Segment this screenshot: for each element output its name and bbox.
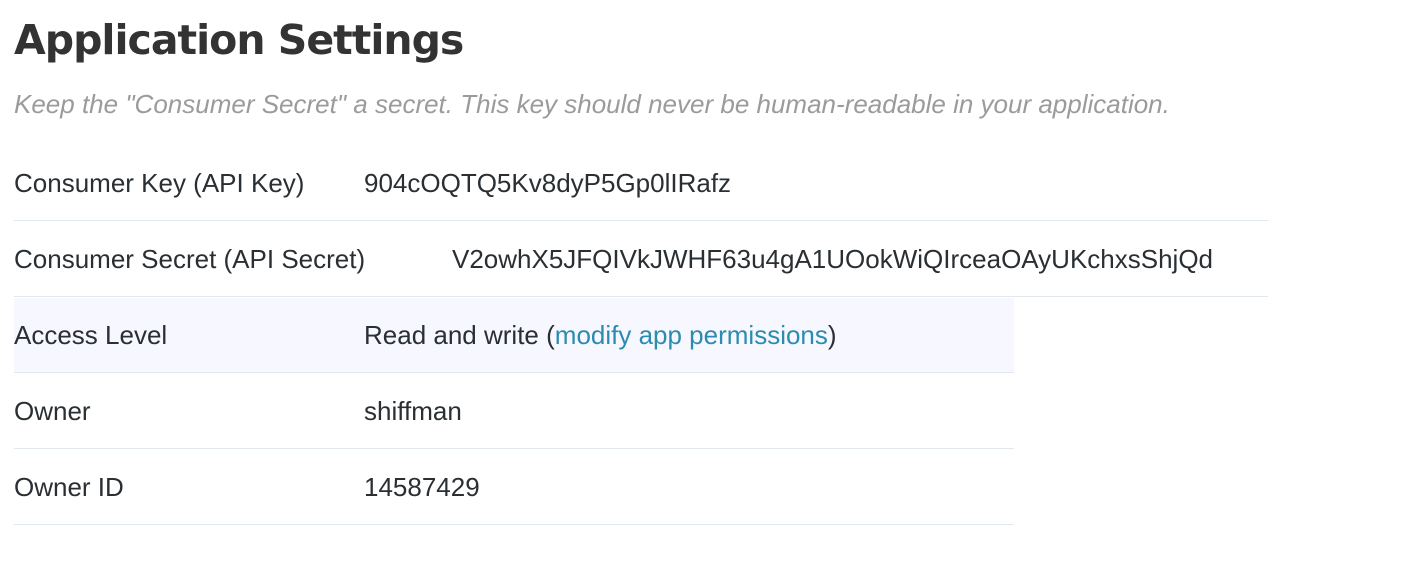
access-level-label: Access Level: [14, 320, 168, 350]
paren-open: (: [538, 320, 555, 350]
consumer-secret-row: Consumer Secret (API Secret) V2owhX5JFQI…: [14, 222, 1268, 297]
page-title: Application Settings: [14, 16, 464, 64]
consumer-key-row: Consumer Key (API Key) 904cOQTQ5Kv8dyP5G…: [14, 146, 1268, 221]
paren-close: ): [827, 320, 837, 350]
consumer-key-value[interactable]: 904cOQTQ5Kv8dyP5Gp0lIRafz: [364, 146, 731, 220]
owner-id-value: 14587429: [364, 472, 480, 502]
page-subtitle: Keep the "Consumer Secret" a secret. Thi…: [14, 89, 1170, 119]
owner-label: Owner: [14, 396, 91, 426]
access-level-row: Access Level Read and write (modify app …: [14, 298, 1014, 373]
access-level-value: Read and write (modify app permissions): [364, 298, 837, 372]
owner-row: Owner shiffman: [14, 374, 1014, 449]
consumer-secret-value[interactable]: V2owhX5JFQIVkJWHF63u4gA1UOokWiQIrceaOAyU…: [452, 222, 1213, 296]
access-level-text: Read and write: [364, 320, 539, 350]
modify-app-permissions-link[interactable]: modify app permissions: [555, 320, 828, 350]
owner-id-label: Owner ID: [14, 472, 124, 502]
owner-value: shiffman: [364, 396, 462, 426]
consumer-key-label: Consumer Key (API Key): [14, 168, 305, 198]
consumer-secret-label: Consumer Secret (API Secret): [14, 244, 366, 274]
owner-id-row: Owner ID 14587429: [14, 450, 1014, 525]
